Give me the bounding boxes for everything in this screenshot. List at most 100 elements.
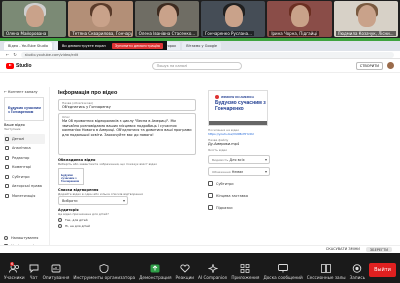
chat-icon: [29, 264, 39, 273]
ai-icon: [207, 264, 218, 273]
end-screen-icon: [208, 193, 213, 198]
stop-share-button[interactable]: Зупинити демонстрацію: [111, 42, 163, 49]
participant-tile[interactable]: Тетяна Скварилова, Гончарук...: [68, 1, 133, 37]
sidebar-item-monetization[interactable]: Монетизація: [4, 191, 45, 201]
cards-label: Підказки: [216, 205, 233, 210]
toolbar-label: Доска сообщений: [263, 275, 303, 280]
participant-tile[interactable]: Олена Майорована: [2, 1, 67, 37]
sidebar-thumbnail[interactable]: Будуємо сучасним з Гончаренком: [4, 97, 44, 121]
apps-icon: [240, 264, 250, 273]
sidebar-item-label: Налаштування: [11, 236, 39, 240]
end-screen-row[interactable]: Кінцева заставка: [208, 191, 270, 200]
shield-icon: [99, 264, 109, 273]
studio-logo[interactable]: Studio: [6, 62, 32, 69]
share-button[interactable]: Демонстрация: [139, 264, 172, 280]
sidebar-item-comments[interactable]: Коментарі: [4, 163, 45, 173]
thumbnail-text: Будуємо сучасним з Гончаренком: [8, 106, 41, 114]
video-preview[interactable]: WINDOW ON AMERICA Будуємо сучасним з Гон…: [208, 90, 268, 126]
toolbar-label: Выйти: [374, 267, 391, 273]
undo-button[interactable]: СКАСУВАТИ ЗМІНИ: [326, 247, 360, 252]
toolbar-label: Учасники: [4, 275, 25, 280]
restrictions-value: Немає: [231, 170, 244, 174]
toolbar-label: Чат: [29, 275, 38, 280]
toolbar-label: Запись: [349, 275, 366, 280]
cards-row[interactable]: Підказки: [208, 203, 270, 212]
search-input[interactable]: Пошук на каналі: [151, 61, 242, 70]
end-screen-label: Кінцева заставка: [216, 193, 249, 198]
description-field[interactable]: Опис Ми 08 приватних відеороликів з цикл…: [58, 113, 196, 155]
page-title: Інформація про відео: [58, 90, 118, 96]
avatar[interactable]: [387, 62, 394, 69]
sidebar-item-label: Коментарі: [12, 165, 32, 170]
host-tools-button[interactable]: Инструменты организатора: [73, 264, 135, 280]
participant-name: Людмила Козачук, Лісни...: [335, 31, 396, 36]
info-icon: [208, 205, 213, 210]
shared-screen: Ви демонструєте екран Зупинити демонстра…: [0, 38, 400, 253]
cover-thumbnail[interactable]: Будуємо сучасним з Гончаренком: [58, 168, 84, 185]
apps-button[interactable]: Приложения: [231, 264, 259, 280]
browser-tab[interactable]: Відео - YouTube Studio: [4, 42, 53, 50]
meeting-toolbar: 6 Учасники Чат Опитування Инструменты ор…: [0, 253, 400, 283]
sidebar-item-label: Редактор: [12, 155, 30, 160]
cover-subtitle: Виберіть або завантажте зображення, що п…: [58, 162, 158, 166]
url-field[interactable]: studio.youtube.com/video/edit: [20, 51, 394, 58]
toolbar-label: Реакции: [175, 275, 195, 280]
visibility-value: Для всіх: [229, 158, 245, 162]
toolbar-label: Инструменты организатора: [73, 275, 136, 280]
subtitles-row[interactable]: Субтитри: [208, 179, 270, 188]
chat-button[interactable]: Чат: [29, 264, 39, 280]
sidebar-nav: Деталі Аналітика Редактор Коментарі Субт…: [4, 134, 45, 201]
participant-name: Ірина Чорна, Підгайці: [269, 31, 320, 36]
audience-no-radio[interactable]: Ні, не для дітей: [58, 224, 196, 228]
address-bar: ← ↻ studio.youtube.com/video/edit: [0, 51, 400, 59]
sidebar-item-editor[interactable]: Редактор: [4, 153, 45, 163]
subtitles-icon: [208, 181, 213, 186]
youtube-play-icon: [6, 62, 14, 69]
participant-tile[interactable]: Олена Іванівна Стасенко...: [134, 1, 199, 37]
sidebar-item-copyright[interactable]: Авторські права: [4, 182, 45, 192]
breakout-rooms-button[interactable]: Сессионные залы: [307, 264, 346, 280]
playlist-select[interactable]: Вибрати: [58, 196, 128, 205]
share-status: Ви демонструєте екран: [62, 43, 106, 48]
polls-button[interactable]: Опитування: [43, 264, 69, 280]
save-button[interactable]: ЗБЕРЕГТИ: [365, 247, 392, 252]
ai-companion-button[interactable]: AI Companion: [198, 264, 227, 280]
participant-tile[interactable]: Ірина Чорна, Підгайці: [267, 1, 332, 37]
radio-label: Ні, не для дітей: [65, 224, 90, 228]
record-button[interactable]: Запись: [350, 264, 365, 280]
sidebar-item-label: Аналітика: [12, 146, 31, 151]
back-arrow-icon[interactable]: ←: [6, 52, 9, 57]
participant-tile[interactable]: Людмила Козачук, Лісни...: [333, 1, 398, 37]
audience-yes-radio[interactable]: Так, для дітей: [58, 218, 196, 222]
leave-meeting-button[interactable]: Выйти: [369, 263, 396, 277]
radio-circle: [58, 218, 62, 222]
sidebar-item-analytics[interactable]: Аналітика: [4, 144, 45, 154]
reactions-button[interactable]: Реакции: [175, 264, 195, 280]
toolbar-label: Демонстрация: [139, 275, 172, 280]
heart-icon: [180, 264, 190, 273]
restrictions-select[interactable]: Обмеження Немає: [208, 167, 270, 176]
title-value: Об'єднатись у Гончаренку: [62, 105, 111, 109]
sidebar-item-details[interactable]: Деталі: [4, 134, 45, 144]
back-to-content[interactable]: ← Контент каналу: [4, 90, 45, 94]
browser-tab[interactable]: Вітаємо у Google: [182, 42, 222, 50]
sidebar-item-settings[interactable]: Налаштування: [4, 234, 42, 242]
title-field[interactable]: Назва (обов'язково) Об'єднатись у Гончар…: [58, 99, 196, 111]
gear-icon: [4, 236, 8, 240]
create-button[interactable]: СТВОРИТИ: [355, 61, 383, 70]
whiteboard-button[interactable]: Доска сообщений: [263, 264, 303, 280]
visibility-select[interactable]: Видимість Для всіх: [208, 155, 270, 164]
preview-text: Будуємо сучасним з Гончаренко: [215, 100, 266, 112]
sidebar-item-subtitles[interactable]: Субтитри: [4, 172, 45, 182]
participants-button[interactable]: 6 Учасники: [4, 262, 25, 280]
reload-icon[interactable]: ↻: [13, 52, 16, 57]
sidebar-item-label: Авторські права: [12, 184, 42, 189]
radio-label: Так, для дітей: [65, 218, 88, 222]
toolbar-label: Сессионные залы: [306, 275, 346, 280]
cover-text: Будуємо сучасним з Гончаренком: [61, 173, 80, 183]
player-controls[interactable]: [209, 121, 267, 125]
subtitles-label: Субтитри: [216, 181, 234, 186]
video-link[interactable]: https://youtu.be/VU0BnHIYz0U: [208, 132, 270, 136]
participant-tile[interactable]: Гончаренко Руслана...: [200, 1, 266, 37]
poll-icon: [51, 264, 61, 273]
